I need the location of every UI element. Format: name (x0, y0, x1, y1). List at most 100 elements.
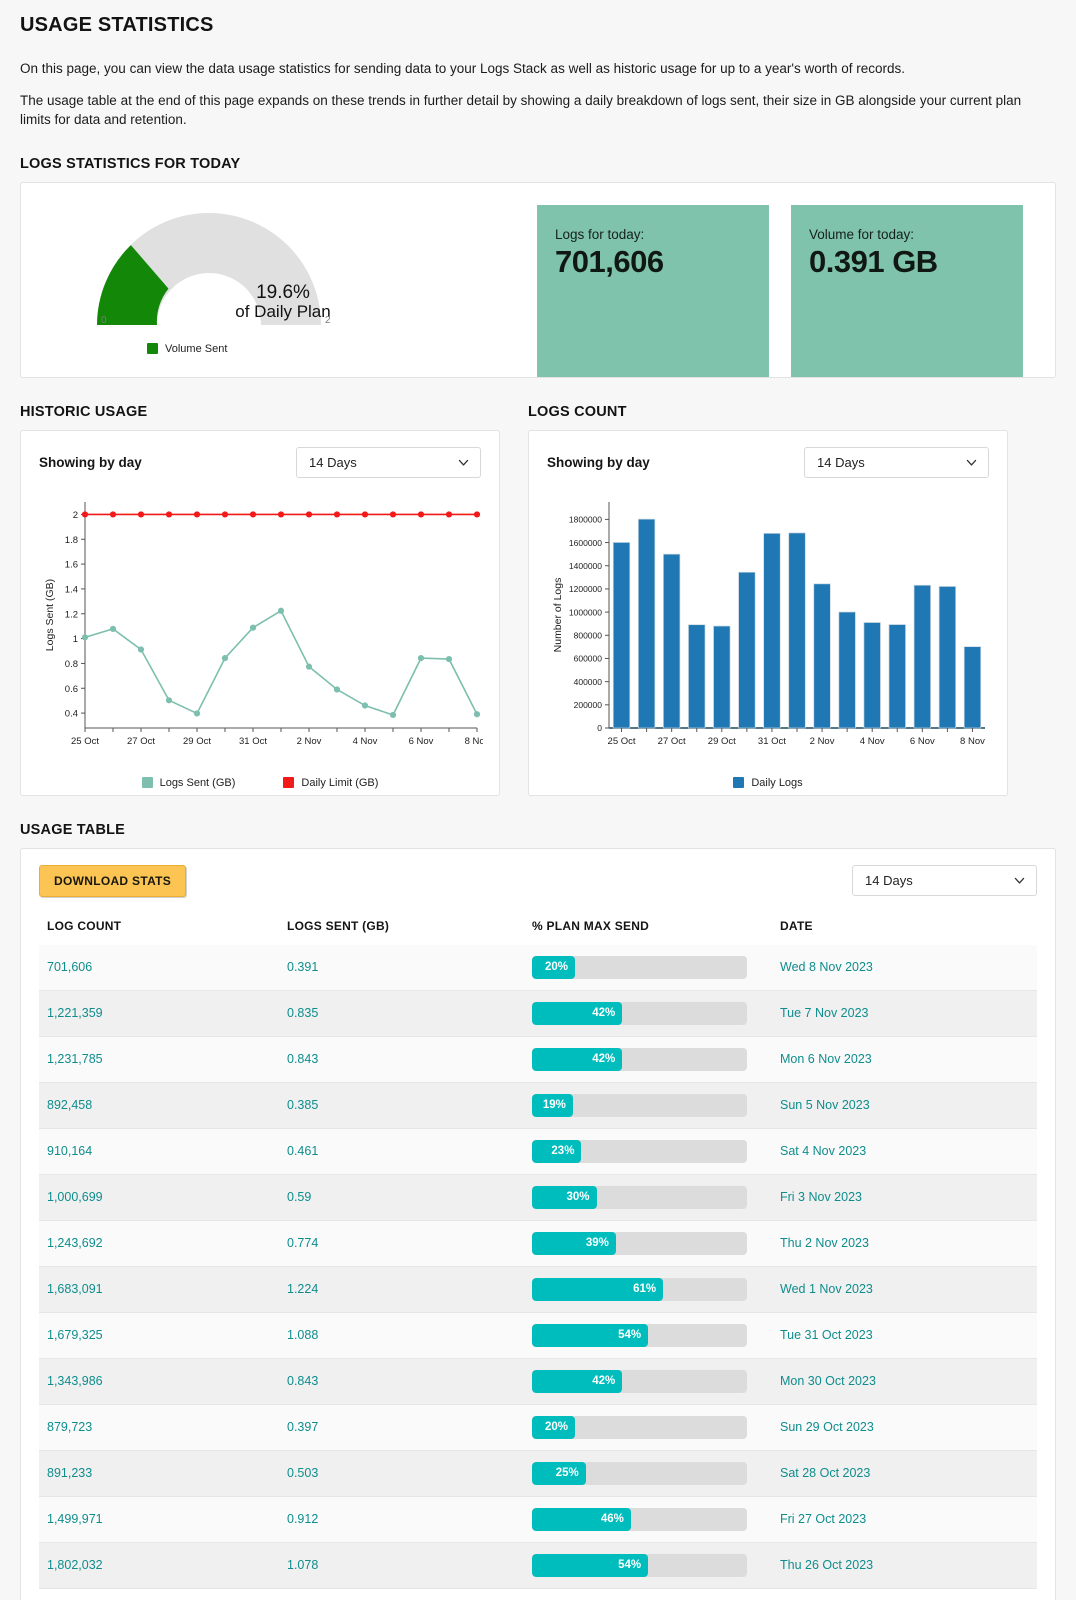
logs-count-range-select[interactable]: 14 Days (804, 446, 989, 478)
progress-bar-track: 39% (532, 1231, 747, 1255)
table-row[interactable]: 1,221,359 0.835 42% Tue 7 Nov 2023 (39, 990, 1037, 1037)
svg-text:31 Oct: 31 Oct (758, 736, 786, 747)
historic-range-select[interactable]: 14 Days (296, 446, 481, 478)
cell-date: Mon 6 Nov 2023 (780, 1052, 872, 1067)
svg-text:1000000: 1000000 (569, 607, 602, 617)
table-row[interactable]: 1,343,986 0.843 42% Mon 30 Oct 2023 (39, 1358, 1037, 1405)
cell-date: Thu 2 Nov 2023 (780, 1236, 869, 1251)
cell-logs-sent: 1.078 (287, 1558, 319, 1573)
svg-text:8 Nov: 8 Nov (465, 736, 483, 747)
legend-item-daily-logs: Daily Logs (733, 776, 803, 789)
cell-logs-sent: 0.385 (287, 1098, 319, 1113)
usage-table-card: DOWNLOAD STATS 14 Days LOG COUNT LOGS SE… (20, 847, 1056, 1600)
table-row[interactable]: 1,802,032 1.078 54% Thu 26 Oct 2023 (39, 1542, 1037, 1589)
cell-plan-max-send: 42% (524, 990, 772, 1036)
progress-bar-track: 54% (532, 1323, 747, 1347)
column-header-log-count: LOG COUNT (47, 918, 122, 933)
logs-count-header: Showing by day 14 Days (547, 446, 989, 478)
chevron-down-icon (1014, 878, 1025, 884)
stat-card-volume-label: Volume for today: (809, 226, 915, 242)
cell-plan-max-send: 46% (524, 1496, 772, 1542)
cell-log-count: 910,164 (47, 1144, 93, 1159)
historic-usage-card: Showing by day 14 Days 0.4 0.6 0.8 1 1.2 1.4 1… (20, 429, 500, 796)
progress-bar-fill: 19% (532, 1093, 573, 1117)
cell-logs-sent: 0.397 (287, 1420, 319, 1435)
charts-row: Showing by day 14 Days 0.4 0.6 0.8 1 1.2 1.4 1… (20, 429, 1056, 796)
table-row[interactable]: 879,723 0.397 20% Sun 29 Oct 2023 (39, 1404, 1037, 1451)
svg-text:1.2: 1.2 (65, 609, 78, 620)
cell-log-count: 891,233 (47, 1466, 93, 1481)
table-row[interactable]: 1,000,699 0.59 30% Fri 3 Nov 2023 (39, 1174, 1037, 1221)
svg-text:0.8: 0.8 (65, 659, 78, 670)
usage-table-range-select[interactable]: 14 Days (852, 865, 1037, 897)
table-row[interactable]: 1,499,971 0.912 46% Fri 27 Oct 2023 (39, 1496, 1037, 1543)
bar-chart-svg: 0 200000 400000 600000 800000 1000000 1200000 1… (552, 501, 985, 747)
download-stats-button[interactable]: DOWNLOAD STATS (39, 864, 187, 897)
svg-text:1200000: 1200000 (569, 584, 602, 594)
svg-text:1400000: 1400000 (569, 561, 602, 571)
gauge-min-tick: 0 (101, 314, 107, 326)
svg-text:800000: 800000 (574, 630, 603, 640)
cell-plan-max-send: 23% (524, 1128, 772, 1174)
svg-text:25 Oct: 25 Oct (71, 736, 99, 747)
progress-bar-fill: 42% (532, 1001, 623, 1025)
cell-plan-max-send: 54% (524, 1312, 772, 1358)
svg-text:Number of Logs: Number of Logs (552, 577, 564, 652)
cell-plan-max-send: 39% (524, 1220, 772, 1266)
cell-logs-sent: 1.088 (287, 1328, 319, 1343)
legend-swatch-daily-limit-icon (283, 777, 295, 789)
usage-table-header-row: LOG COUNT LOGS SENT (GB) % PLAN MAX SEND… (39, 913, 1037, 945)
cell-date: Sun 5 Nov 2023 (780, 1098, 870, 1113)
svg-text:0.4: 0.4 (65, 708, 78, 719)
table-row[interactable]: 891,233 0.503 25% Sat 28 Oct 2023 (39, 1450, 1037, 1497)
svg-text:1.6: 1.6 (65, 559, 78, 570)
cell-log-count: 1,683,091 (47, 1282, 103, 1297)
progress-bar-fill: 25% (532, 1461, 586, 1485)
cell-date: Fri 27 Oct 2023 (780, 1512, 867, 1527)
stat-card-volume-today: Volume for today: 0.391 GB (791, 204, 1023, 377)
progress-bar-fill: 39% (532, 1231, 616, 1255)
svg-text:1600000: 1600000 (569, 537, 602, 547)
progress-bar-fill: 20% (532, 1415, 575, 1439)
svg-text:1800000: 1800000 (569, 514, 602, 524)
intro-paragraph-1: On this page, you can view the data usag… (20, 61, 906, 76)
table-row[interactable]: 701,606 0.391 20% Wed 8 Nov 2023 (39, 944, 1037, 991)
progress-bar-track: 30% (532, 1185, 747, 1209)
logs-today-card: 19.6% of Daily Plan 0 2 Volume Sent Logs… (20, 181, 1056, 378)
legend-label-daily-logs: Daily Logs (751, 776, 803, 789)
svg-text:0: 0 (597, 723, 602, 733)
table-row[interactable]: 1,231,785 0.843 42% Mon 6 Nov 2023 (39, 1036, 1037, 1083)
progress-bar-track: 20% (532, 1415, 747, 1439)
cell-plan-max-send: 42% (524, 1358, 772, 1404)
usage-statistics-page: USAGE STATISTICS On this page, you can v… (0, 14, 1076, 1600)
cell-plan-max-send: 54% (524, 1542, 772, 1588)
legend-item-logs-sent: Logs Sent (GB) (141, 776, 236, 789)
legend-label-logs-sent: Logs Sent (GB) (159, 776, 236, 789)
progress-bar-track: 42% (532, 1047, 747, 1071)
progress-bar-track: 19% (532, 1093, 747, 1117)
table-row[interactable]: 1,679,325 1.088 54% Tue 31 Oct 2023 (39, 1312, 1037, 1359)
table-row[interactable]: 1,683,091 1.224 61% Wed 1 Nov 2023 (39, 1266, 1037, 1313)
table-row[interactable]: 892,458 0.385 19% Sun 5 Nov 2023 (39, 1082, 1037, 1129)
legend-swatch-daily-logs-icon (733, 777, 745, 789)
progress-bar-track: 42% (532, 1369, 747, 1393)
usage-table: LOG COUNT LOGS SENT (GB) % PLAN MAX SEND… (39, 913, 1037, 1589)
cell-log-count: 879,723 (47, 1420, 93, 1435)
progress-bar-fill: 54% (532, 1553, 649, 1577)
table-row[interactable]: 910,164 0.461 23% Sat 4 Nov 2023 (39, 1128, 1037, 1175)
cell-log-count: 1,499,971 (47, 1512, 103, 1527)
logs-count-legend: Daily Logs (529, 777, 1007, 789)
svg-text:200000: 200000 (574, 700, 603, 710)
section-title-historic-usage: HISTORIC USAGE (20, 403, 148, 420)
stat-card-logs-value: 701,606 (555, 243, 664, 279)
progress-bar-fill: 42% (532, 1369, 623, 1393)
table-row[interactable]: 1,243,692 0.774 39% Thu 2 Nov 2023 (39, 1220, 1037, 1267)
cell-plan-max-send: 61% (524, 1266, 772, 1312)
cell-date: Wed 8 Nov 2023 (780, 960, 873, 975)
cell-log-count: 1,679,325 (47, 1328, 103, 1343)
svg-text:400000: 400000 (574, 677, 603, 687)
cell-logs-sent: 0.843 (287, 1052, 319, 1067)
svg-text:4 Nov: 4 Nov (353, 736, 378, 747)
chevron-down-icon (966, 459, 977, 466)
usage-table-toolbar: DOWNLOAD STATS 14 Days (39, 864, 1037, 897)
